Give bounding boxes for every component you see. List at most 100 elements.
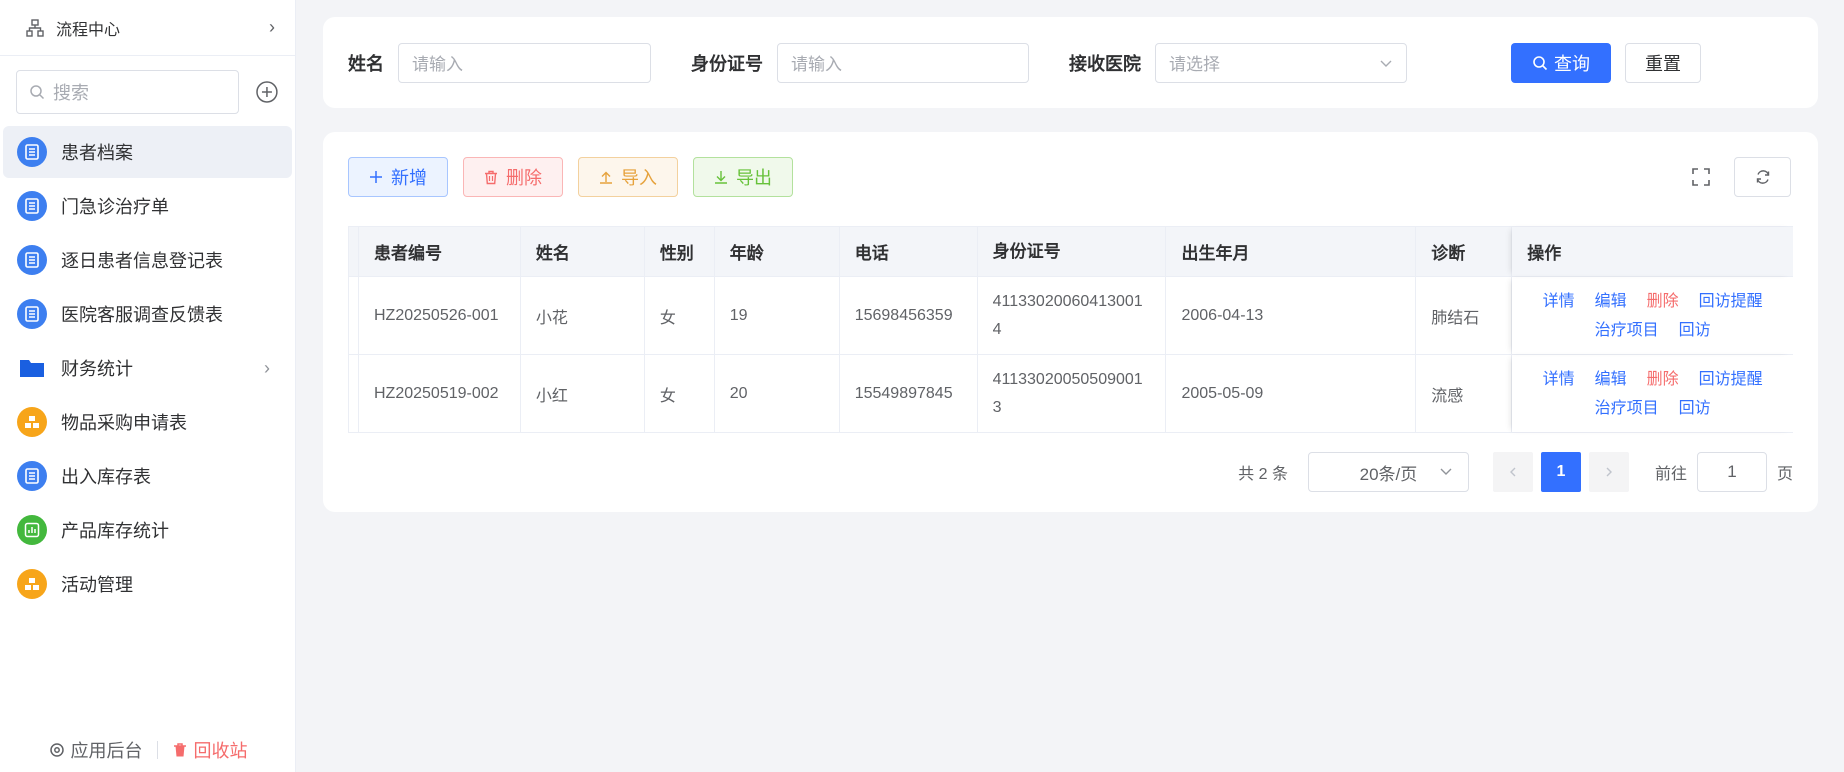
chevron-right-icon — [1606, 467, 1612, 477]
sidebar-item-label: 财务统计 — [61, 359, 133, 379]
boxes-icon — [17, 407, 47, 437]
chevron-left-icon — [1509, 467, 1516, 477]
import-button-label: 导入 — [621, 168, 657, 188]
cell-diagnosis: 流感 — [1416, 355, 1513, 432]
visit-link[interactable]: 回访 — [1679, 316, 1711, 345]
sidebar-item-inventory-io[interactable]: 出入库存表 — [3, 450, 292, 502]
sidebar-item-label: 物品采购申请表 — [61, 413, 187, 433]
fullscreen-icon[interactable] — [1692, 168, 1710, 186]
row-select-cell[interactable] — [349, 277, 359, 354]
visit-link[interactable]: 回访 — [1679, 394, 1711, 423]
gear-icon — [49, 743, 64, 757]
recycle-bin-label: 回收站 — [193, 741, 248, 761]
app-backend-label: 应用后台 — [70, 741, 143, 761]
visit-remind-link[interactable]: 回访提醒 — [1699, 287, 1763, 316]
page-size-select[interactable]: 20条/页 — [1307, 452, 1469, 492]
treatment-items-link[interactable]: 治疗项目 — [1595, 394, 1659, 423]
import-button[interactable]: 导入 — [578, 157, 678, 197]
cell-age: 20 — [715, 355, 840, 432]
sidebar-search-placeholder: 搜索 — [53, 83, 89, 103]
sidebar-item-label: 逐日患者信息登记表 — [61, 251, 223, 271]
sidebar-item-patient-archive[interactable]: 患者档案 — [3, 126, 292, 178]
idcard-filter-input[interactable]: 请输入 — [777, 42, 1029, 83]
sidebar-item-outpatient-treatment[interactable]: 门急诊治疗单 — [3, 180, 292, 232]
next-page-button[interactable] — [1588, 452, 1629, 492]
sidebar-item-activity-management[interactable]: 活动管理 — [3, 558, 292, 610]
header-cell-sex: 性别 — [645, 227, 715, 276]
cell-age: 19 — [715, 277, 840, 354]
table-header-row: 患者编号 姓名 性别 年龄 电话 身份证号 出生年月 诊断 操作 — [349, 227, 1793, 277]
table-toolbar: 新增 删除 导入 导出 — [348, 157, 808, 197]
document-icon — [17, 191, 47, 221]
visit-remind-link[interactable]: 回访提醒 — [1699, 365, 1763, 394]
sidebar-search-input[interactable]: 搜索 — [16, 70, 240, 114]
hospital-filter-select[interactable]: 请选择 — [1155, 42, 1407, 83]
export-button-label: 导出 — [736, 168, 772, 188]
chart-icon — [17, 515, 47, 545]
cell-patient-id: HZ20250526-001 — [359, 277, 521, 354]
add-circle-icon[interactable] — [255, 80, 279, 104]
header-cell-phone: 电话 — [840, 227, 978, 276]
page-number-current[interactable]: 1 — [1540, 452, 1581, 492]
sidebar-item-purchase-request[interactable]: 物品采购申请表 — [3, 396, 292, 448]
detail-link[interactable]: 详情 — [1543, 365, 1575, 394]
reset-button[interactable]: 重置 — [1625, 42, 1701, 83]
header-cell-select — [349, 227, 359, 276]
edit-link[interactable]: 编辑 — [1595, 287, 1627, 316]
header-cell-idno: 身份证号 — [978, 227, 1167, 276]
app-backend-link[interactable]: 应用后台 — [49, 737, 143, 763]
sidebar-item-daily-registration[interactable]: 逐日患者信息登记表 — [3, 234, 292, 286]
sidebar-item-label: 活动管理 — [61, 575, 133, 595]
recycle-bin-link[interactable]: 回收站 — [172, 737, 248, 763]
plus-icon — [370, 171, 382, 183]
treatment-items-link[interactable]: 治疗项目 — [1595, 316, 1659, 345]
goto-page-input[interactable]: 1 — [1696, 452, 1767, 492]
name-filter-input[interactable]: 请输入 — [398, 42, 651, 83]
prev-page-button[interactable] — [1492, 452, 1533, 492]
flow-center-entry[interactable]: 流程中心 › — [0, 0, 295, 56]
search-icon — [30, 85, 45, 100]
chevron-right-icon: › — [264, 357, 270, 378]
document-icon — [17, 299, 47, 329]
boxes-icon — [17, 569, 47, 599]
detail-link[interactable]: 详情 — [1543, 287, 1575, 316]
document-icon — [17, 461, 47, 491]
cell-sex: 女 — [645, 355, 715, 432]
query-button[interactable]: 查询 — [1511, 42, 1611, 83]
cell-birth: 2006-04-13 — [1166, 277, 1417, 354]
refresh-icon — [1756, 170, 1769, 184]
header-cell-id: 患者编号 — [359, 227, 521, 276]
delete-button-label: 删除 — [506, 168, 542, 188]
sidebar-item-label: 医院客服调查反馈表 — [61, 305, 223, 325]
edit-link[interactable]: 编辑 — [1595, 365, 1627, 394]
sidebar-item-stock-stats[interactable]: 产品库存统计 — [3, 504, 292, 556]
refresh-button[interactable] — [1734, 157, 1791, 197]
add-button[interactable]: 新增 — [348, 157, 448, 197]
add-button-label: 新增 — [391, 168, 427, 188]
folder-icon — [17, 353, 47, 383]
table-row: HZ20250526-001 小花 女 19 15698456359 41133… — [349, 277, 1793, 355]
delete-button[interactable]: 删除 — [463, 157, 563, 197]
name-filter-placeholder: 请输入 — [412, 55, 463, 74]
cell-diagnosis: 肺结石 — [1416, 277, 1513, 354]
header-cell-ops: 操作 — [1512, 227, 1793, 276]
row-select-cell[interactable] — [349, 355, 359, 432]
pagination-total: 共 2 条 — [1238, 466, 1288, 483]
cell-ops: 详情 编辑 删除 回访提醒 治疗项目 回访 — [1512, 277, 1793, 354]
chevron-right-icon: › — [269, 17, 275, 37]
sidebar-item-finance-stats[interactable]: 财务统计 › — [3, 342, 292, 394]
export-button[interactable]: 导出 — [693, 157, 793, 197]
upload-icon — [600, 171, 612, 184]
delete-link[interactable]: 删除 — [1647, 365, 1679, 394]
delete-link[interactable]: 删除 — [1647, 287, 1679, 316]
idcard-filter-label: 身份证号 — [691, 53, 763, 74]
sidebar-item-label: 出入库存表 — [61, 467, 151, 487]
sidebar-item-label: 患者档案 — [61, 143, 133, 163]
goto-page-value: 1 — [1727, 462, 1737, 481]
filter-panel: 姓名 请输入 身份证号 请输入 接收医院 请选择 查询 重置 — [323, 17, 1818, 108]
header-cell-diagnosis: 诊断 — [1416, 227, 1513, 276]
hospital-filter-placeholder: 请选择 — [1169, 55, 1220, 74]
idcard-filter-placeholder: 请输入 — [791, 55, 842, 74]
cell-idno: 411330200505090013 — [978, 355, 1167, 432]
sidebar-item-service-feedback[interactable]: 医院客服调查反馈表 — [3, 288, 292, 340]
